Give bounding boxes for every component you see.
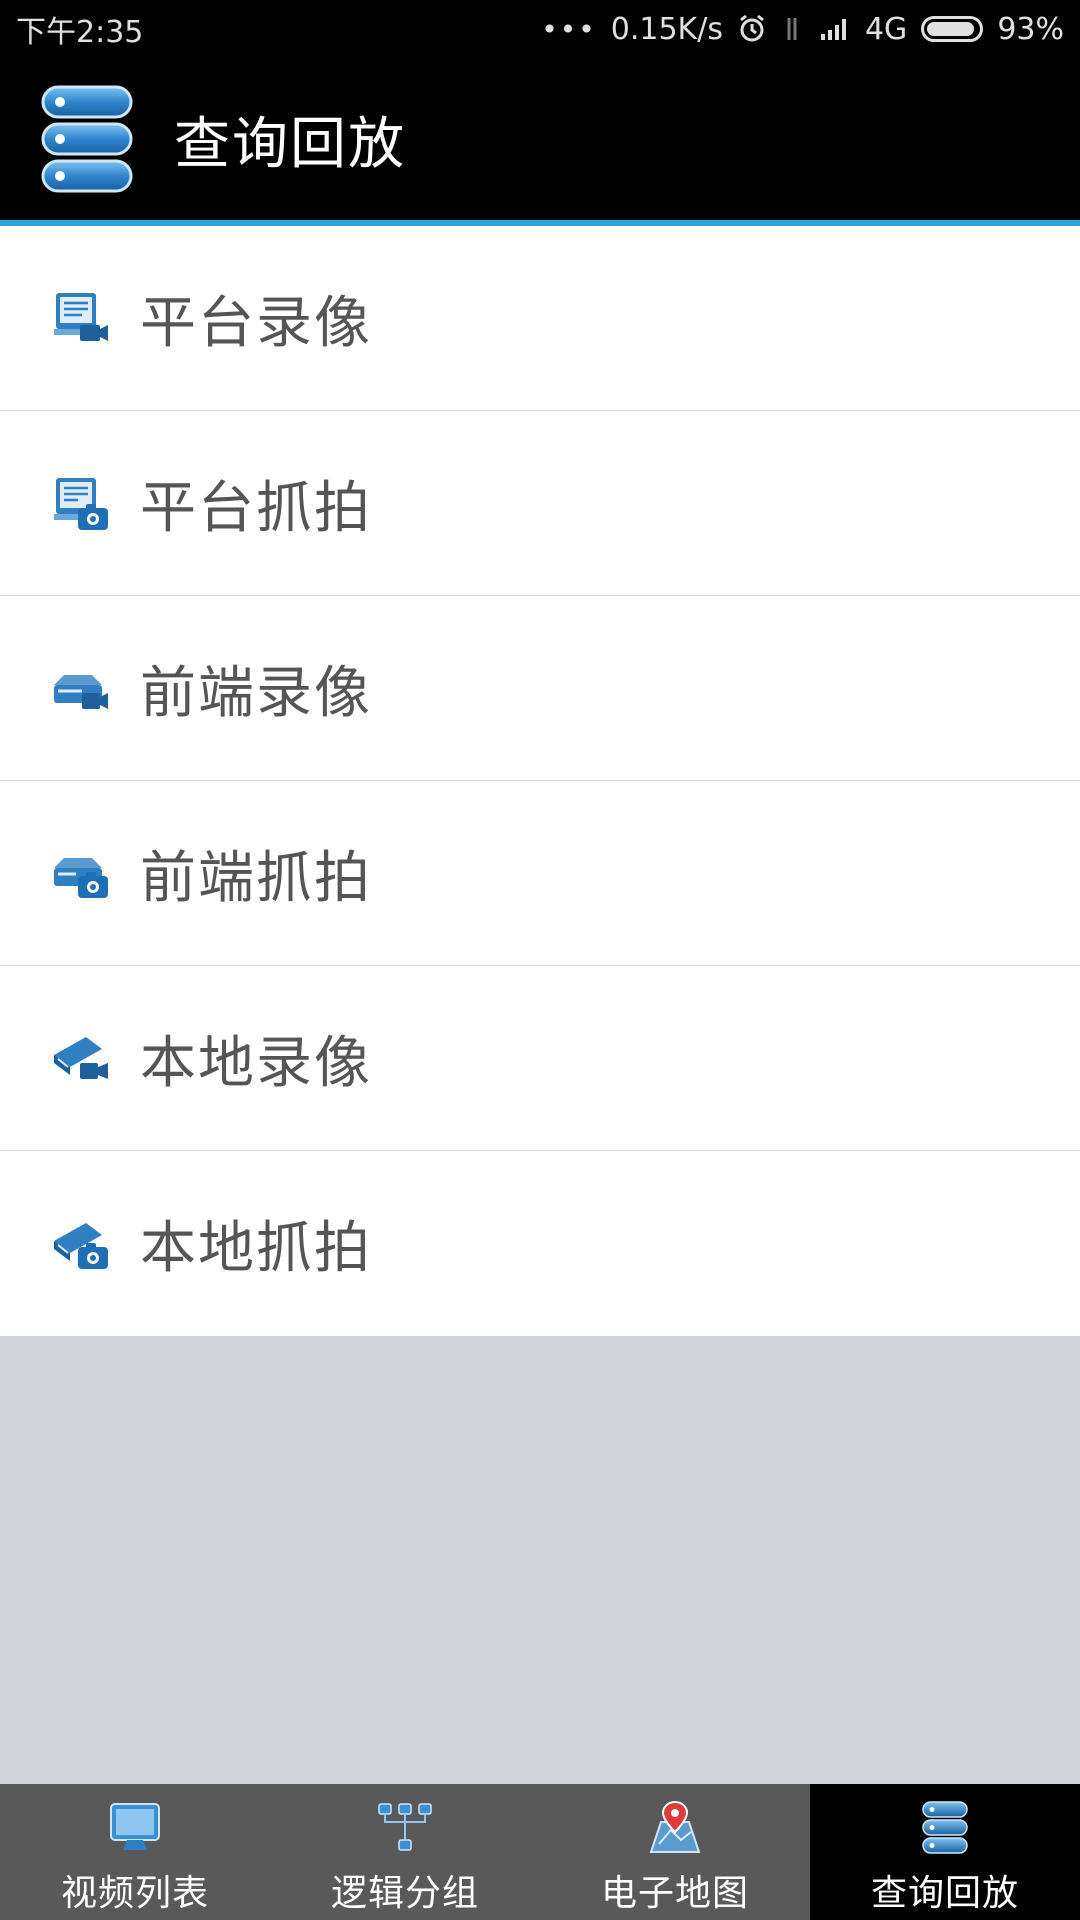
bottom-tab-bar: 视频列表 逻辑分组 电子地图 查询回放 xyxy=(0,1784,1080,1920)
server-stack-icon xyxy=(915,1800,975,1856)
more-notifications-icon: ••• xyxy=(541,12,597,46)
tab-logic-group[interactable]: 逻辑分组 xyxy=(270,1784,540,1920)
tab-label: 电子地图 xyxy=(600,1873,749,1914)
menu-item-local-snapshot[interactable]: 本地抓拍 xyxy=(0,1151,1080,1336)
group-tree-icon xyxy=(375,1800,435,1856)
monitor-icon xyxy=(105,1800,165,1856)
tab-label: 逻辑分组 xyxy=(330,1873,479,1914)
tab-e-map[interactable]: 电子地图 xyxy=(540,1784,810,1920)
page-title: 查询回放 xyxy=(174,111,406,177)
tab-query-playback[interactable]: 查询回放 xyxy=(810,1784,1080,1920)
menu-item-platform-record[interactable]: 平台录像 xyxy=(0,226,1080,411)
alarm-icon xyxy=(737,14,767,44)
status-bar: 下午2:35 ••• 0.15K/s 4G 93% xyxy=(0,0,1080,58)
menu-item-label: 本地录像 xyxy=(140,1030,372,1096)
menu-item-label: 平台抓拍 xyxy=(140,475,372,541)
server-stack-icon xyxy=(40,84,134,194)
status-time: 下午2:35 xyxy=(16,15,144,50)
tab-video-list[interactable]: 视频列表 xyxy=(0,1784,270,1920)
menu-item-local-record[interactable]: 本地录像 xyxy=(0,966,1080,1151)
frontend-snapshot-icon xyxy=(52,844,110,902)
app-bar: 查询回放 xyxy=(0,58,1080,220)
signal-icon xyxy=(819,16,851,42)
data-transfer-icon xyxy=(781,14,805,44)
local-record-icon xyxy=(52,1029,110,1087)
frontend-record-icon xyxy=(52,659,110,717)
local-snapshot-icon xyxy=(52,1215,110,1273)
map-pin-icon xyxy=(645,1800,705,1856)
tab-label: 查询回放 xyxy=(870,1873,1019,1914)
menu-item-label: 前端抓拍 xyxy=(140,845,372,911)
network-speed: 0.15K/s xyxy=(610,11,723,47)
query-menu-list: 平台录像 平台抓拍 前端录像 前端抓拍 本地录像 本地抓拍 xyxy=(0,226,1080,1336)
network-type: 4G xyxy=(864,11,908,47)
platform-snapshot-icon xyxy=(52,474,110,532)
menu-item-label: 平台录像 xyxy=(140,290,372,356)
battery-icon xyxy=(921,16,984,42)
menu-item-label: 前端录像 xyxy=(140,660,372,726)
platform-record-icon xyxy=(52,289,110,347)
menu-item-platform-snapshot[interactable]: 平台抓拍 xyxy=(0,411,1080,596)
menu-item-label: 本地抓拍 xyxy=(140,1216,372,1281)
tab-label: 视频列表 xyxy=(60,1873,209,1914)
menu-item-frontend-record[interactable]: 前端录像 xyxy=(0,596,1080,781)
battery-percent: 93% xyxy=(997,11,1064,47)
menu-item-frontend-snapshot[interactable]: 前端抓拍 xyxy=(0,781,1080,966)
status-right: ••• 0.15K/s 4G 93% xyxy=(541,12,1064,47)
